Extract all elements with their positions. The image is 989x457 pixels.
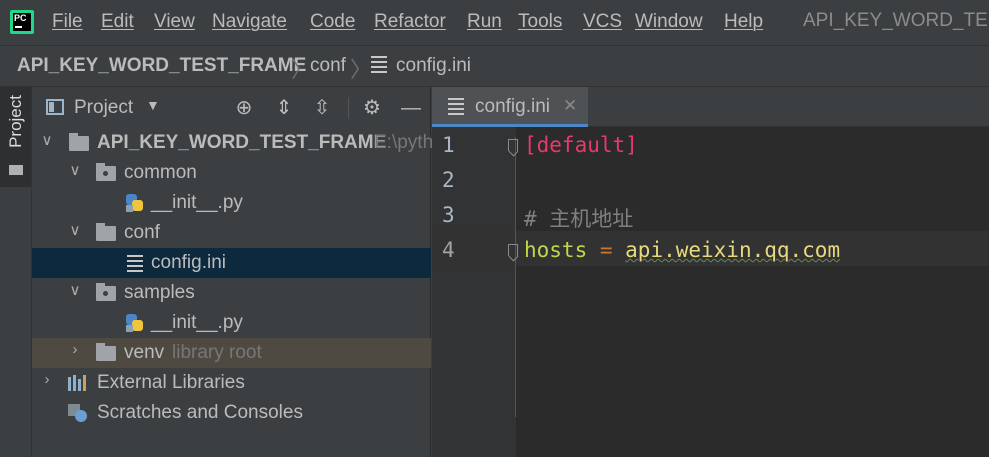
line-number: 2 xyxy=(442,168,455,192)
folder-icon xyxy=(96,343,116,361)
toolbar-divider xyxy=(348,97,349,119)
editor-tab-config-ini[interactable]: config.ini ✕ xyxy=(432,87,588,127)
chevron-right-icon[interactable]: › xyxy=(40,371,54,388)
line-number: 3 xyxy=(442,203,455,227)
config-value: api.weixin.qq.com xyxy=(625,238,841,262)
menu-run[interactable]: Run xyxy=(467,11,502,33)
library-icon xyxy=(68,375,90,391)
folder-label: conf xyxy=(124,222,160,243)
python-file-icon xyxy=(126,314,144,332)
chevron-right-icon[interactable]: › xyxy=(68,341,82,358)
code-line[interactable]: [default] xyxy=(524,133,638,157)
package-folder-icon xyxy=(96,163,116,181)
locate-file-icon[interactable]: ⊕ xyxy=(232,96,256,120)
fold-marker-icon[interactable] xyxy=(508,244,518,256)
breadcrumb-folder[interactable]: conf xyxy=(310,55,346,77)
folder-icon xyxy=(96,223,116,241)
menu-vcs[interactable]: VCS xyxy=(583,11,622,33)
tree-row-common-init[interactable]: __init__.py xyxy=(32,188,431,218)
line-number: 4 xyxy=(442,238,455,262)
menu-refactor[interactable]: Refactor xyxy=(374,11,446,33)
tree-row-scratches[interactable]: Scratches and Consoles xyxy=(32,398,431,428)
ini-file-icon xyxy=(127,255,143,272)
project-panel-title[interactable]: Project xyxy=(74,97,133,119)
breadcrumb-project[interactable]: API_KEY_WORD_TEST_FRAME xyxy=(17,55,306,77)
menu-bar: PC File Edit View Navigate Code Refactor… xyxy=(0,0,989,45)
gear-icon[interactable]: ⚙ xyxy=(360,96,384,120)
project-panel: Project ▼ ⊕ ⇕ ⇳ ⚙ — ∨ API_KEY_WORD_TEST_… xyxy=(32,87,434,457)
collapse-all-icon[interactable]: ⇳ xyxy=(310,96,334,120)
project-root-label: API_KEY_WORD_TEST_FRAME xyxy=(97,132,387,153)
file-label: __init__.py xyxy=(151,192,243,213)
tree-label: External Libraries xyxy=(97,372,245,393)
config-key: hosts xyxy=(524,238,588,262)
close-icon[interactable]: ✕ xyxy=(563,96,577,116)
project-tool-tab[interactable]: Project xyxy=(0,87,31,187)
menu-help[interactable]: Help xyxy=(724,11,763,33)
menu-edit[interactable]: Edit xyxy=(101,11,134,33)
line-number: 1 xyxy=(442,133,455,157)
chevron-down-icon[interactable]: ▼ xyxy=(146,97,160,113)
breadcrumb-separator-icon: 〉 xyxy=(350,57,373,82)
menu-tools[interactable]: Tools xyxy=(518,11,562,33)
editor: config.ini ✕ 1 2 3 4 [default] # 主机地址 ho… xyxy=(432,87,989,457)
expand-all-icon[interactable]: ⇕ xyxy=(272,96,296,120)
fold-guide xyxy=(515,137,516,417)
file-label: __init__.py xyxy=(151,312,243,333)
tree-label: Scratches and Consoles xyxy=(97,402,303,423)
breadcrumb-file[interactable]: config.ini xyxy=(396,55,471,77)
tree-row-samples[interactable]: ∨ samples xyxy=(32,278,431,308)
folder-icon xyxy=(69,133,89,151)
editor-tab-bar: config.ini ✕ xyxy=(432,87,989,127)
chevron-down-icon[interactable]: ∨ xyxy=(40,131,54,149)
chevron-down-icon[interactable]: ∨ xyxy=(68,221,82,239)
fold-marker-icon[interactable] xyxy=(508,139,518,151)
tool-window-strip: Project xyxy=(0,87,32,457)
package-folder-icon xyxy=(96,283,116,301)
ini-file-icon xyxy=(448,98,464,115)
tree-row-common[interactable]: ∨ common xyxy=(32,158,431,188)
folder-label: common xyxy=(124,162,197,183)
folder-icon xyxy=(9,165,23,175)
menu-file[interactable]: File xyxy=(52,11,83,33)
python-file-icon xyxy=(126,194,144,212)
tree-row-conf[interactable]: ∨ conf xyxy=(32,218,431,248)
tree-row-venv[interactable]: › venv library root xyxy=(32,338,431,368)
project-view-icon xyxy=(46,99,64,115)
pycharm-logo-icon[interactable]: PC xyxy=(10,10,34,34)
ini-file-icon xyxy=(371,56,387,73)
config-equals: = xyxy=(587,238,626,262)
project-tool-label: Project xyxy=(6,95,25,148)
project-root-path: E:\pyth xyxy=(374,132,434,153)
menu-view[interactable]: View xyxy=(154,11,195,33)
folder-label: samples xyxy=(124,282,195,303)
library-root-note: library root xyxy=(172,342,262,363)
chevron-down-icon[interactable]: ∨ xyxy=(68,281,82,299)
menu-code[interactable]: Code xyxy=(310,11,355,33)
tree-row-external-libraries[interactable]: › External Libraries xyxy=(32,368,431,398)
tree-row-samples-init[interactable]: __init__.py xyxy=(32,308,431,338)
folder-label: venv xyxy=(124,342,165,363)
code-line[interactable]: # 主机地址 xyxy=(524,203,633,233)
tree-row-project-root[interactable]: ∨ API_KEY_WORD_TEST_FRAME E:\pyth xyxy=(32,128,434,158)
breadcrumb: API_KEY_WORD_TEST_FRAME 〉 conf 〉 config.… xyxy=(0,45,989,87)
code-line[interactable]: hosts = api.weixin.qq.com xyxy=(524,238,840,262)
project-panel-header: Project ▼ ⊕ ⇕ ⇳ ⚙ — xyxy=(32,87,431,127)
tab-label: config.ini xyxy=(475,96,550,117)
menu-navigate[interactable]: Navigate xyxy=(212,11,287,33)
scratches-icon xyxy=(68,404,88,422)
minimize-icon[interactable]: — xyxy=(399,96,423,120)
menu-window[interactable]: Window xyxy=(635,11,703,33)
window-title: API_KEY_WORD_TEST_ xyxy=(803,10,989,31)
file-label: config.ini xyxy=(151,252,226,273)
chevron-down-icon[interactable]: ∨ xyxy=(68,161,82,179)
tree-row-config-ini[interactable]: config.ini xyxy=(32,248,431,278)
